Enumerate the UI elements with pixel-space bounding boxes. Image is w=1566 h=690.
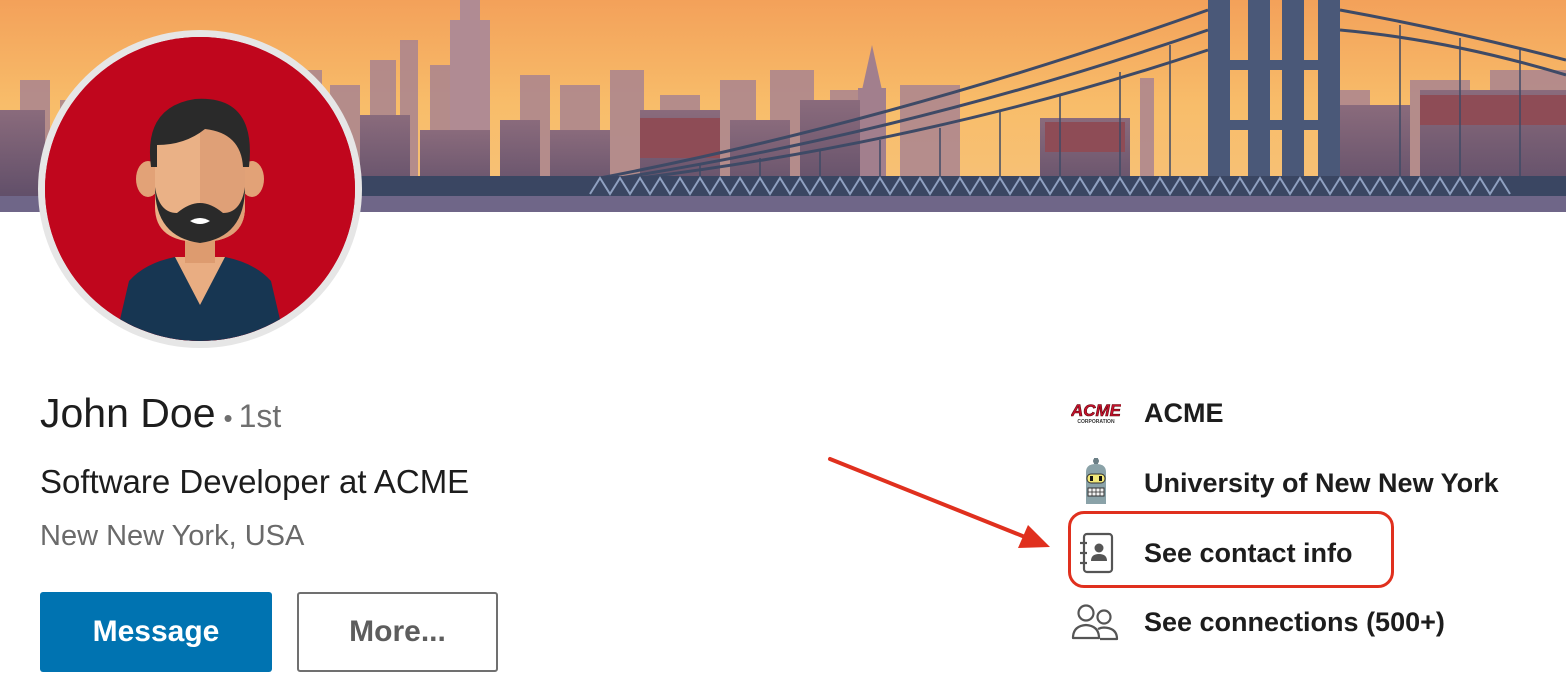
acme-logo-icon: ACME CORPORATION [1068,388,1124,438]
contact-info-highlight [1068,511,1394,588]
degree-separator: • [223,403,233,433]
sidebar-item-education[interactable]: University of New New York [1068,458,1499,508]
avatar-illustration [45,37,355,341]
connection-degree: • 1st [224,398,282,435]
robot-logo-icon [1068,458,1124,508]
sidebar-item-company[interactable]: ACME CORPORATION ACME [1068,388,1224,438]
sidebar-item-label: See connections (500+) [1144,606,1445,637]
acme-logo-text: ACME [1071,401,1121,420]
sidebar-item-connections[interactable]: See connections (500+) [1068,597,1445,647]
profile-name-row: John Doe • 1st [40,390,281,437]
more-button[interactable]: More... [297,592,498,672]
degree-label: 1st [238,398,282,434]
profile-avatar[interactable] [38,30,362,348]
sidebar-item-label: ACME [1144,397,1224,428]
bearded-man-avatar-icon [45,37,355,341]
people-icon [1068,597,1124,647]
acme-logo-subtext: CORPORATION [1077,419,1115,425]
sidebar-item-label: University of New New York [1144,467,1499,498]
profile-headline: Software Developer at ACME [40,463,470,500]
message-button[interactable]: Message [40,592,272,672]
profile-location: New New York, USA [40,520,305,552]
profile-name: John Doe [40,390,216,436]
